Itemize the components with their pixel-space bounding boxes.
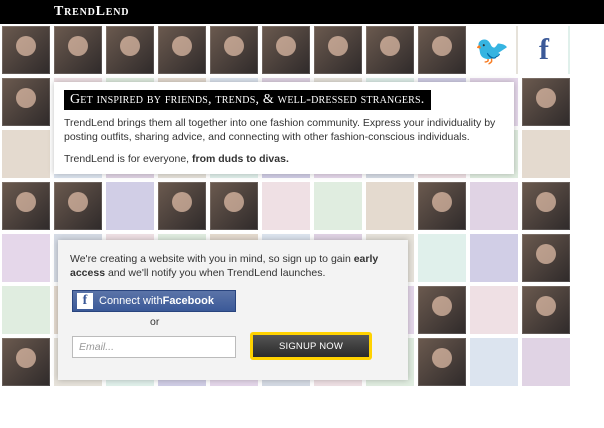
color-tile — [2, 286, 50, 334]
color-tile — [106, 182, 154, 230]
connect-with-facebook-button[interactable]: f Connect with Facebook — [72, 290, 236, 312]
color-tile — [470, 286, 518, 334]
color-tile — [470, 338, 518, 386]
user-photo-tile — [366, 26, 414, 74]
intro-headline: Get inspired by friends, trends, & well-… — [64, 90, 431, 110]
color-tile — [522, 130, 570, 178]
color-tile — [366, 182, 414, 230]
user-photo-tile — [2, 338, 50, 386]
email-input[interactable] — [72, 336, 236, 358]
signup-text-suffix: and we'll notify you when TrendLend laun… — [105, 267, 326, 279]
user-photo-tile — [418, 182, 466, 230]
user-photo-tile — [2, 78, 50, 126]
color-tile — [2, 130, 50, 178]
user-photo-tile — [522, 182, 570, 230]
connect-with-label: Connect with — [99, 295, 163, 307]
signup-now-label: Signup Now — [253, 335, 369, 357]
color-tile — [470, 234, 518, 282]
user-photo-tile — [418, 286, 466, 334]
facebook-label: Facebook — [162, 295, 214, 307]
user-photo-tile — [418, 26, 466, 74]
signup-text: We're creating a website with you in min… — [70, 252, 396, 280]
intro-paragraph-2: TrendLend is for everyone, from duds to … — [64, 152, 504, 166]
brand-logo[interactable]: TrendLend — [54, 4, 129, 20]
user-photo-tile — [210, 182, 258, 230]
user-photo-tile — [158, 26, 206, 74]
color-tile — [522, 338, 570, 386]
twitter-icon[interactable]: 🐦 — [468, 26, 516, 74]
facebook-glyph: f — [539, 33, 549, 66]
user-photo-tile — [522, 286, 570, 334]
or-separator: or — [150, 316, 160, 328]
signup-text-prefix: We're creating a website with you in min… — [70, 253, 354, 265]
user-photo-tile — [54, 26, 102, 74]
user-photo-tile — [158, 182, 206, 230]
twitter-glyph: 🐦 — [474, 34, 510, 66]
intro-paragraph-2-bold: from duds to divas. — [192, 153, 289, 165]
color-tile — [262, 182, 310, 230]
facebook-icon[interactable]: f — [520, 26, 568, 74]
color-tile — [2, 234, 50, 282]
user-photo-tile — [2, 182, 50, 230]
facebook-icon: f — [77, 293, 93, 309]
intro-panel: Get inspired by friends, trends, & well-… — [54, 82, 514, 174]
intro-paragraph-2-prefix: TrendLend is for everyone, — [64, 153, 193, 165]
signup-now-button[interactable]: Signup Now — [250, 332, 372, 360]
user-photo-tile — [2, 26, 50, 74]
user-photo-tile — [522, 78, 570, 126]
user-photo-tile — [314, 26, 362, 74]
color-tile — [470, 182, 518, 230]
top-bar: TrendLend — [0, 0, 604, 24]
user-photo-tile — [210, 26, 258, 74]
user-photo-tile — [262, 26, 310, 74]
color-tile — [314, 182, 362, 230]
user-photo-tile — [54, 182, 102, 230]
user-photo-tile — [418, 338, 466, 386]
signup-panel: We're creating a website with you in min… — [58, 240, 408, 380]
user-photo-tile — [522, 234, 570, 282]
color-tile — [418, 234, 466, 282]
intro-paragraph-1: TrendLend brings them all together into … — [64, 117, 496, 143]
user-photo-tile — [106, 26, 154, 74]
